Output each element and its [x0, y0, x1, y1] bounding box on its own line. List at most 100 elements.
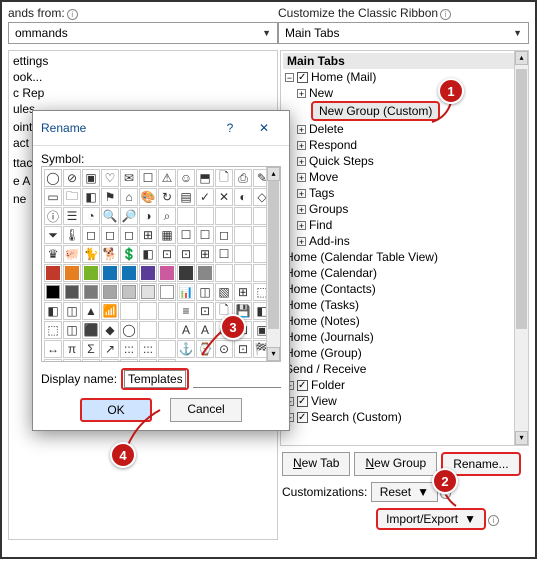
symbol-scrollbar[interactable]: ▴ ▾: [266, 167, 280, 361]
reset-dropdown[interactable]: Reset▼: [371, 482, 438, 502]
symbol-option[interactable]: [234, 207, 252, 225]
symbol-option[interactable]: π: [63, 340, 81, 358]
symbol-option[interactable]: [101, 283, 119, 301]
symbol-option[interactable]: [158, 359, 176, 362]
symbol-option[interactable]: ☰: [63, 207, 81, 225]
symbol-option[interactable]: ◫: [196, 283, 214, 301]
symbol-option[interactable]: ▲: [82, 302, 100, 320]
commands-from-dropdown[interactable]: ommands ▼: [8, 22, 278, 44]
expand-icon[interactable]: +: [297, 205, 306, 214]
symbol-option[interactable]: ▧: [215, 283, 233, 301]
symbol-option[interactable]: ⓘ: [44, 207, 62, 225]
symbol-option[interactable]: ◻: [215, 226, 233, 244]
symbol-option[interactable]: [234, 226, 252, 244]
symbol-option[interactable]: ◆: [101, 321, 119, 339]
scroll-thumb[interactable]: [516, 69, 527, 329]
symbol-option[interactable]: [44, 264, 62, 282]
ok-button[interactable]: OK: [80, 398, 152, 422]
symbol-option[interactable]: ▤: [177, 188, 195, 206]
symbol-option[interactable]: ↗: [101, 340, 119, 358]
symbol-option[interactable]: ⏷: [44, 226, 62, 244]
symbol-option[interactable]: ✉: [120, 169, 138, 187]
symbol-option[interactable]: [177, 264, 195, 282]
symbol-option[interactable]: [120, 264, 138, 282]
symbol-option[interactable]: [82, 264, 100, 282]
symbol-option[interactable]: [139, 302, 157, 320]
expand-icon[interactable]: +: [297, 89, 306, 98]
symbol-option[interactable]: [63, 283, 81, 301]
tree-scrollbar[interactable]: ▴ ▾: [514, 51, 528, 445]
symbol-option[interactable]: ⬚: [44, 321, 62, 339]
expand-icon[interactable]: +: [297, 173, 306, 182]
symbol-option[interactable]: [158, 264, 176, 282]
symbol-option[interactable]: [196, 264, 214, 282]
symbol-option[interactable]: 🐈: [82, 245, 100, 263]
customize-ribbon-dropdown[interactable]: Main Tabs ▼: [278, 22, 529, 44]
checkbox[interactable]: [297, 380, 308, 391]
symbol-option[interactable]: ⊞: [234, 283, 252, 301]
symbol-option[interactable]: ▣: [82, 169, 100, 187]
symbol-option[interactable]: 🗀: [63, 188, 81, 206]
symbol-option[interactable]: 💲: [120, 245, 138, 263]
scroll-down-icon[interactable]: ▾: [515, 431, 528, 445]
symbol-option[interactable]: ☐: [139, 169, 157, 187]
symbol-option[interactable]: ✓: [196, 188, 214, 206]
symbol-option[interactable]: ✕: [215, 188, 233, 206]
symbol-option[interactable]: ▦: [158, 226, 176, 244]
tabs-tree[interactable]: ▴ ▾ Main Tabs −Home (Mail) +New New Grou…: [280, 50, 529, 446]
symbol-option[interactable]: [139, 283, 157, 301]
collapse-icon[interactable]: −: [285, 73, 294, 82]
symbol-option[interactable]: ◧: [44, 302, 62, 320]
symbol-option[interactable]: [158, 302, 176, 320]
new-group-custom[interactable]: New Group (Custom): [311, 101, 440, 121]
symbol-option[interactable]: [215, 264, 233, 282]
symbol-option[interactable]: [215, 207, 233, 225]
symbol-option[interactable]: [158, 340, 176, 358]
symbol-option[interactable]: ◯: [120, 321, 138, 339]
symbol-option[interactable]: 📶: [101, 302, 119, 320]
symbol-option[interactable]: [120, 283, 138, 301]
symbol-option[interactable]: [158, 283, 176, 301]
expand-icon[interactable]: +: [297, 237, 306, 246]
symbol-option[interactable]: 🐕: [101, 245, 119, 263]
symbol-option[interactable]: ▭: [44, 188, 62, 206]
symbol-option[interactable]: :::: [120, 340, 138, 358]
checkbox[interactable]: [297, 396, 308, 407]
symbol-option[interactable]: 🌡: [63, 226, 81, 244]
symbol-option[interactable]: [234, 245, 252, 263]
symbol-option[interactable]: ⌂: [120, 188, 138, 206]
symbol-option[interactable]: [196, 207, 214, 225]
symbol-option[interactable]: A: [196, 321, 214, 339]
list-item[interactable]: ettings: [9, 53, 277, 69]
checkbox[interactable]: [297, 72, 308, 83]
symbol-option[interactable]: ⬥: [101, 359, 119, 362]
symbol-option[interactable]: ⊡: [158, 245, 176, 263]
symbol-option[interactable]: ⊡: [177, 245, 195, 263]
symbol-option[interactable]: ♛: [44, 245, 62, 263]
symbol-option[interactable]: ◆: [120, 359, 138, 362]
symbol-option[interactable]: ◯: [44, 169, 62, 187]
symbol-option[interactable]: 🗋: [215, 169, 233, 187]
scroll-down-icon[interactable]: ▾: [267, 347, 280, 361]
symbol-option[interactable]: [177, 207, 195, 225]
cancel-button[interactable]: Cancel: [170, 398, 242, 422]
symbol-option[interactable]: 🎨: [139, 188, 157, 206]
list-item[interactable]: ook...: [9, 69, 277, 85]
symbol-option[interactable]: ↔: [44, 340, 62, 358]
symbol-option[interactable]: ☐: [196, 226, 214, 244]
symbol-option[interactable]: ⊡: [63, 359, 81, 362]
symbol-option[interactable]: [158, 321, 176, 339]
symbol-picker[interactable]: ◯⊘▣♡✉☐⚠☺⬒🗋⎙✎▭🗀◧⚑⌂🎨↻▤✓✕◐◇ⓘ☰◔🔍🔎◑⌕ ⏷🌡◻◻◻⊞▦☐…: [41, 166, 281, 362]
symbol-option[interactable]: ☐: [215, 245, 233, 263]
display-name-input[interactable]: [124, 370, 186, 388]
expand-icon[interactable]: +: [297, 157, 306, 166]
symbol-option[interactable]: ◑: [139, 207, 157, 225]
new-tab-button[interactable]: New Tab: [282, 452, 350, 476]
new-group-button[interactable]: New Group: [354, 452, 437, 476]
symbol-option[interactable]: [44, 283, 62, 301]
symbol-option[interactable]: ⊞: [139, 226, 157, 244]
symbol-option[interactable]: ◫: [63, 321, 81, 339]
symbol-option[interactable]: :::: [139, 340, 157, 358]
symbol-option[interactable]: [101, 264, 119, 282]
symbol-option[interactable]: ◫: [63, 302, 81, 320]
